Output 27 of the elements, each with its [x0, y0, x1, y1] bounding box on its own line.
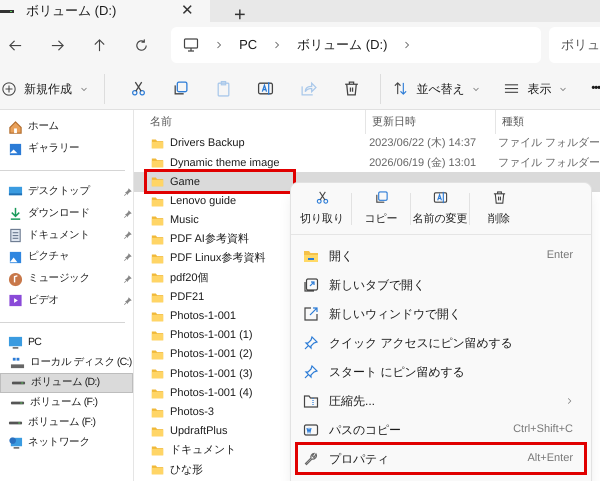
- file-name: ひな形: [170, 462, 203, 478]
- file-name: Photos-3: [170, 404, 214, 420]
- file-name: Drivers Backup: [170, 136, 245, 152]
- file-name: PDF21: [170, 290, 204, 305]
- file-name: Photos-1-001 (3): [170, 366, 253, 382]
- file-name: Photos-1-001 (2): [170, 347, 253, 362]
- file-type: ファイル フォルダー: [496, 156, 600, 171]
- file-name: Photos-1-001 (1): [170, 328, 253, 344]
- tab-title: ボリューム (D:): [26, 2, 118, 20]
- file-name: Music: [170, 213, 199, 228]
- file-name: Dynamic theme image: [170, 156, 280, 171]
- shortcut-label: Enter: [546, 248, 573, 264]
- file-name: UpdraftPlus: [170, 424, 228, 440]
- file-name: ドキュメント: [170, 443, 236, 458]
- file-name: PDF AI参考資料: [170, 232, 249, 248]
- file-name: pdf20個: [170, 270, 209, 286]
- modified-date: 2026/06/19 (金) 13:01: [368, 156, 478, 171]
- shortcut-label: Ctrl+Shift+C: [513, 422, 573, 438]
- modified-date: 2023/06/22 (木) 14:37: [368, 136, 478, 152]
- file-name: Photos-1-001 (4): [170, 386, 253, 401]
- search-placeholder: ボリュ: [561, 36, 600, 54]
- shortcut-label: Alt+Enter: [527, 451, 573, 466]
- file-name: PDF Linux参考資料: [170, 251, 266, 266]
- file-type: ファイル フォルダー: [496, 136, 600, 152]
- file-name: Game: [170, 174, 200, 190]
- file-name: Photos-1-001: [170, 309, 236, 324]
- file-name: Lenovo guide: [170, 194, 236, 209]
